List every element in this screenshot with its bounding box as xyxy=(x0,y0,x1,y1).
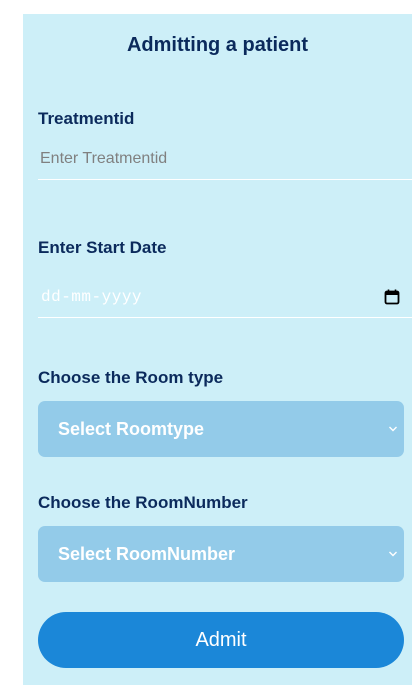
start-date-label: Enter Start Date xyxy=(38,238,167,257)
chevron-down-icon xyxy=(389,426,397,432)
room-type-selected: Select Roomtype xyxy=(58,419,205,439)
start-date-input[interactable]: dd-mm-yyyy xyxy=(38,276,412,318)
form-title: Admitting a patient xyxy=(126,34,309,56)
room-type-select[interactable]: Select Roomtype xyxy=(38,401,404,457)
treatmentid-input[interactable] xyxy=(38,138,412,179)
room-number-label: Choose the RoomNumber xyxy=(38,493,248,512)
room-number-select[interactable]: Select RoomNumber xyxy=(38,526,404,582)
treatmentid-field-wrapper xyxy=(38,138,412,180)
room-number-selected: Select RoomNumber xyxy=(58,544,236,564)
admit-button[interactable]: Admit xyxy=(38,612,404,668)
calendar-icon[interactable] xyxy=(384,289,400,305)
admission-form: Admitting a patient Treatmentid Enter St… xyxy=(23,14,412,685)
start-date-placeholder: dd-mm-yyyy xyxy=(41,288,143,306)
chevron-down-icon xyxy=(389,551,397,557)
treatmentid-label: Treatmentid xyxy=(38,109,135,128)
room-type-label: Choose the Room type xyxy=(38,368,224,387)
